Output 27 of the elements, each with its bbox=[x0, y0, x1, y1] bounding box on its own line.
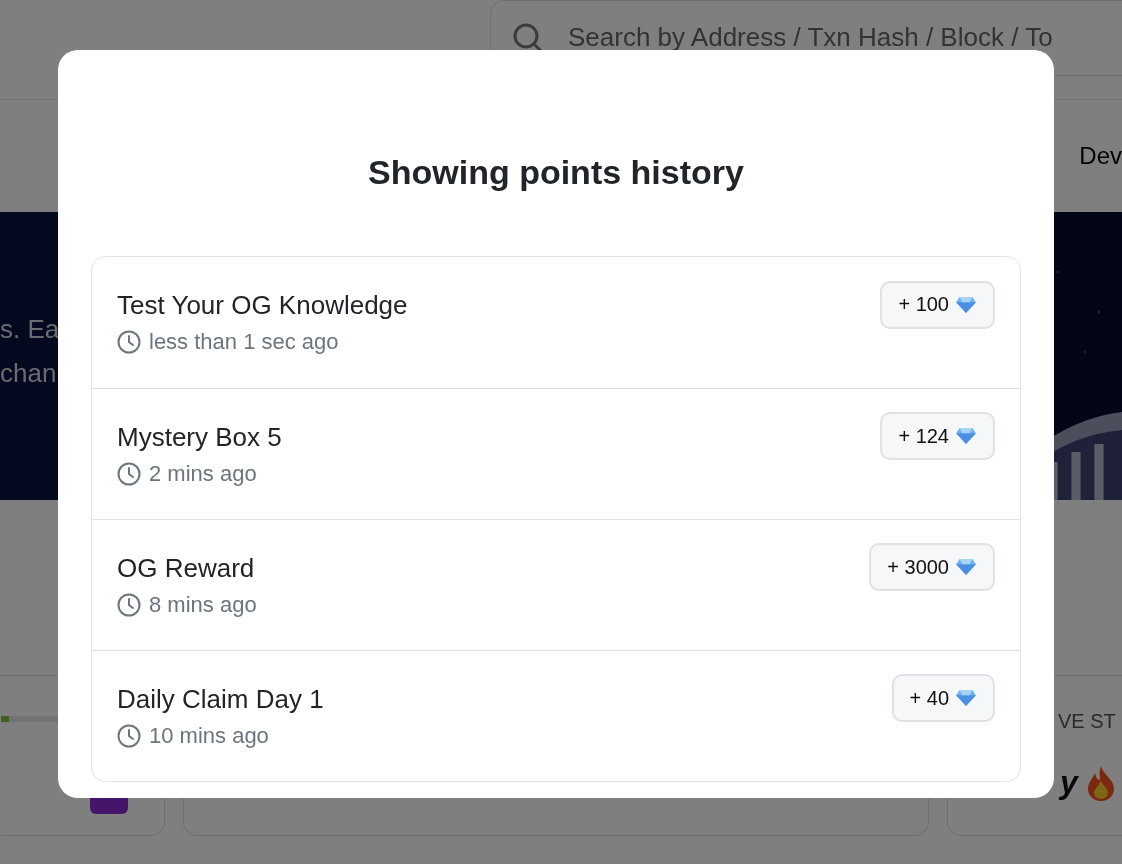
history-title: Test Your OG Knowledge bbox=[117, 290, 408, 321]
time-ago: 10 mins ago bbox=[149, 722, 269, 749]
gem-icon bbox=[955, 689, 977, 707]
points-value: + 40 bbox=[909, 686, 949, 710]
modal-title: Showing points history bbox=[367, 152, 745, 193]
time-ago: 8 mins ago bbox=[149, 591, 257, 618]
time-ago: less than 1 sec ago bbox=[149, 329, 339, 355]
history-title: OG Reward bbox=[117, 552, 256, 584]
history-title: Mystery Box 5 bbox=[117, 421, 282, 453]
clock-icon bbox=[117, 461, 141, 486]
clock-icon bbox=[117, 723, 141, 748]
banner-text: chan bbox=[0, 357, 58, 390]
card-value: y bbox=[1060, 764, 1078, 801]
banner-text: s. Ea bbox=[0, 313, 60, 346]
gem-icon bbox=[955, 295, 977, 314]
gem-icon bbox=[955, 558, 977, 576]
card-label: VE ST bbox=[1058, 710, 1116, 733]
clock-icon bbox=[117, 330, 141, 354]
time-ago: 2 mins ago bbox=[149, 460, 257, 487]
nav-link[interactable]: Dev bbox=[1079, 142, 1122, 170]
gem-icon bbox=[955, 427, 977, 445]
points-value: + 100 bbox=[898, 293, 949, 316]
points-value: + 3000 bbox=[887, 555, 949, 579]
clock-icon bbox=[117, 592, 141, 617]
flame-icon bbox=[1085, 764, 1116, 801]
history-title: Daily Claim Day 1 bbox=[117, 683, 324, 715]
points-value: + 124 bbox=[898, 424, 949, 448]
